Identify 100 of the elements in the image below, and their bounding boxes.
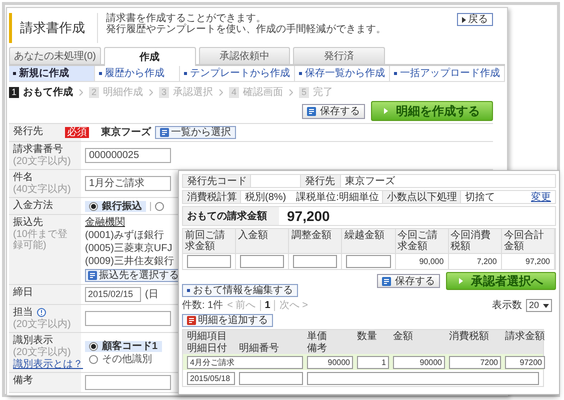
field-hint: (20文字以内) — [13, 319, 71, 330]
caret-icon — [543, 304, 549, 308]
amount-field[interactable] — [187, 255, 232, 268]
text-field[interactable] — [85, 311, 171, 326]
field-label: おもての請求金額 — [187, 210, 267, 222]
tax-field[interactable]: 7200 — [449, 356, 501, 368]
bullet-icon — [98, 72, 102, 75]
text-field[interactable]: 1月分ご請求 — [85, 176, 171, 191]
text-field[interactable]: 000000025 — [85, 148, 171, 163]
bank-name: (0001)みずほ銀行 — [85, 230, 164, 241]
bank-name: (0009)三井住友銀行 — [85, 256, 174, 267]
amount-field[interactable] — [346, 255, 391, 268]
step-indicator: 1 おもて作成 — [9, 87, 73, 98]
back-button[interactable]: 戻る — [457, 13, 493, 26]
column-header: 今回消費税額 — [450, 230, 492, 252]
field-label: 消費税計算 — [187, 192, 237, 202]
bullet-icon — [394, 72, 397, 75]
radio-button[interactable] — [89, 202, 98, 210]
tab[interactable]: 作成 — [104, 47, 196, 66]
amount-field[interactable] — [293, 255, 338, 268]
amount-field[interactable] — [240, 255, 284, 268]
unit-price-field[interactable]: 90000 — [307, 356, 353, 368]
column-header: 明細日付 — [187, 342, 228, 354]
text-field[interactable] — [85, 375, 171, 390]
field-label: 発行先コード — [187, 176, 247, 186]
field-label: 振込先 — [13, 217, 43, 228]
field-label: 識別表示 — [13, 335, 53, 346]
field-label: 件名 — [13, 172, 33, 183]
required-badge: 必須 — [65, 127, 89, 138]
amount-cell: 7,200 — [476, 256, 497, 268]
bullet-icon — [299, 72, 302, 75]
edit-front-button[interactable]: おもて情報を編集する — [182, 284, 298, 297]
column-header: 調整金額 — [291, 230, 332, 241]
tab[interactable]: 発行済 — [293, 47, 385, 64]
per-page-select[interactable]: 20 — [526, 299, 552, 312]
chevron-icon — [149, 89, 153, 96]
radio-button[interactable] — [155, 202, 164, 210]
subtab[interactable]: 一括アップロード作成 — [390, 66, 505, 81]
amount-cell: 97,200 — [526, 256, 550, 268]
detail-number-field[interactable] — [239, 372, 303, 384]
add-icon — [187, 316, 196, 325]
list-icon — [88, 271, 97, 280]
bullet-icon — [184, 72, 187, 75]
step-indicator: 4 確認画面 — [229, 87, 283, 98]
weekday-text: (日 — [145, 289, 158, 300]
column-header: 数量 — [357, 330, 378, 342]
tax-setting-text: 税別(8%) 課税単位:明細単位 — [245, 192, 379, 202]
amount-field[interactable]: 90000 — [393, 356, 445, 368]
subtab[interactable]: テンプレートから作成 — [180, 66, 295, 81]
field-label: 請求書番号 — [13, 144, 63, 155]
date-field[interactable]: 2015/05/18 — [187, 372, 235, 384]
field-hint: (40文字以内) — [13, 184, 71, 195]
list-icon — [160, 128, 169, 137]
field-label: 入金方法 — [13, 200, 53, 211]
add-detail-button[interactable]: 明細を追加する — [182, 314, 273, 327]
triangle-icon — [384, 108, 388, 114]
save-button[interactable]: 保存する — [377, 274, 440, 288]
change-link[interactable]: 変更 — [531, 192, 551, 202]
column-header: 今回ご請求金額 — [398, 230, 439, 252]
select-approver-button[interactable]: 承認者選択へ — [446, 272, 556, 290]
item-field[interactable]: 4月分ご請求 — [187, 356, 303, 368]
radio-label: その他識別 — [102, 354, 152, 364]
field-label: 締日 — [13, 287, 33, 298]
subtab[interactable]: 保存一覧から作成 — [295, 66, 390, 81]
field-label: 担当 — [13, 307, 33, 318]
radio-button[interactable] — [89, 342, 98, 350]
column-header: 明細項目 — [187, 330, 228, 342]
page-title: 請求書作成 — [20, 20, 85, 35]
quantity-field[interactable]: 1 — [357, 356, 389, 368]
save-button[interactable]: 保存する — [302, 104, 365, 118]
bullet-icon — [187, 289, 190, 292]
per-page-label: 表示数 — [492, 300, 522, 311]
create-details-button[interactable]: 明細を作成する — [371, 101, 493, 121]
help-link[interactable]: 識別表示とは？ — [13, 359, 83, 370]
radio-label: 銀行振込 — [102, 200, 142, 212]
note-field[interactable] — [307, 372, 539, 384]
column-header: 備考 — [307, 342, 328, 354]
tab[interactable]: あなたの未処理(0) — [9, 47, 101, 64]
record-count: 件数: 1件 — [182, 300, 224, 311]
field-label: 発行先 — [13, 126, 43, 137]
subtab[interactable]: 履歴から作成 — [94, 66, 180, 81]
column-header: 明細番号 — [239, 342, 280, 354]
field-label: 備考 — [13, 375, 33, 386]
tab[interactable]: 承認依頼中 — [198, 47, 290, 64]
column-header: 入金額 — [238, 230, 268, 241]
field-hint: (10件まで登録可能) — [13, 229, 68, 251]
step-indicator: 5 完了 — [299, 87, 333, 98]
chevron-icon — [219, 89, 223, 96]
subtab[interactable]: 新規に作成 — [9, 66, 94, 81]
bullet-icon — [13, 72, 16, 75]
page-number: 1 — [264, 300, 276, 311]
amount-cell: 90,000 — [419, 256, 444, 268]
date-field[interactable]: 2015/02/15 — [85, 287, 141, 302]
billed-amount-field[interactable]: 97200 — [505, 356, 545, 368]
radio-button[interactable] — [89, 354, 98, 364]
step-indicator: 3 承認選択 — [159, 87, 213, 98]
select-from-list-button[interactable]: 一覧から選択 — [155, 126, 236, 139]
total-amount: 97,200 — [287, 206, 330, 226]
description-text: 発行履歴やテンプレートを使い、作成の手間軽減ができます。 — [106, 24, 387, 35]
column-header: 消費税額 — [449, 330, 490, 342]
